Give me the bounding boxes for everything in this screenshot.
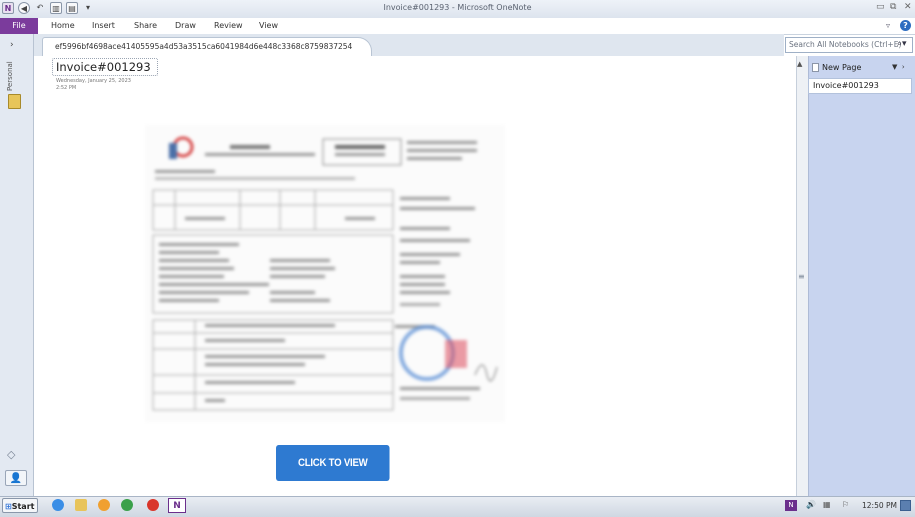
onenote-tray-icon[interactable]: N [785, 500, 797, 511]
onenote-taskbar-icon[interactable]: N [168, 498, 186, 513]
user-icon[interactable]: 👤 [5, 470, 27, 486]
page-list-item[interactable]: Invoice#001293 [808, 78, 912, 94]
scroll-up-icon[interactable]: ▲ [797, 60, 802, 68]
windows-logo-icon: ⊞ [5, 502, 12, 511]
view-document-button[interactable]: CLICK TO VIEW DOCUMENT [276, 445, 390, 505]
expand-nav-icon[interactable]: › [10, 40, 14, 50]
network-icon[interactable]: ▦ [823, 500, 831, 509]
tab-share[interactable]: Share [134, 21, 157, 30]
ribbon-expand-icon[interactable]: ▿ [886, 21, 890, 30]
page-title[interactable]: Invoice#001293 [56, 60, 151, 74]
taskbar [0, 496, 915, 517]
page-date: Wednesday, January 25, 2023 [56, 78, 131, 84]
tab-draw[interactable]: Draw [175, 21, 196, 30]
tab-home[interactable]: Home [51, 21, 75, 30]
invoice-preview-image [145, 125, 505, 422]
unfiled-notes-icon[interactable]: ◇ [7, 448, 15, 461]
media-icon[interactable] [98, 499, 110, 511]
page-time: 2:52 PM [56, 85, 77, 91]
volume-icon[interactable]: 🔊 [806, 500, 816, 509]
file-tab[interactable]: File [0, 18, 38, 34]
show-desktop-icon[interactable] [900, 500, 911, 511]
tab-view[interactable]: View [259, 21, 278, 30]
action-center-icon[interactable]: ⚐ [842, 500, 849, 509]
tab-insert[interactable]: Insert [92, 21, 115, 30]
notebook-label[interactable]: Personal [4, 55, 20, 95]
invoice-preview-graphic [145, 125, 505, 422]
restore-icon[interactable]: ⧉ [890, 2, 896, 12]
scrollbar-grip-icon[interactable]: ≡ [798, 272, 805, 281]
search-icon[interactable]: ⌕▾ [897, 39, 907, 49]
window-title: Invoice#001293 - Microsoft OneNote [383, 3, 532, 12]
minimize-icon[interactable]: ▭ [876, 2, 885, 12]
internet-explorer-icon[interactable] [52, 499, 64, 511]
tab-review[interactable]: Review [214, 21, 243, 30]
page-panel-controls-icon[interactable]: ▼ › [892, 63, 905, 71]
antivirus-icon[interactable] [147, 499, 159, 511]
new-page-button[interactable]: New Page [822, 63, 861, 72]
notebook-name: Personal [6, 61, 14, 91]
new-page-icon[interactable] [812, 63, 819, 72]
file-explorer-icon[interactable] [75, 499, 87, 511]
start-button[interactable]: ⊞Start [2, 498, 38, 513]
page-list-panel [808, 56, 915, 496]
help-icon[interactable]: ? [900, 20, 911, 31]
start-label: Start [11, 502, 35, 511]
clock[interactable]: 12:50 PM [862, 501, 897, 510]
section-tab[interactable]: ef5996bf4698ace41405595a4d53a3515ca60419… [42, 37, 372, 56]
close-icon[interactable]: ✕ [904, 2, 912, 12]
notebook-icon[interactable] [8, 94, 21, 109]
search-input[interactable]: Search All Notebooks (Ctrl+E) [785, 37, 913, 53]
chrome-icon[interactable] [121, 499, 133, 511]
